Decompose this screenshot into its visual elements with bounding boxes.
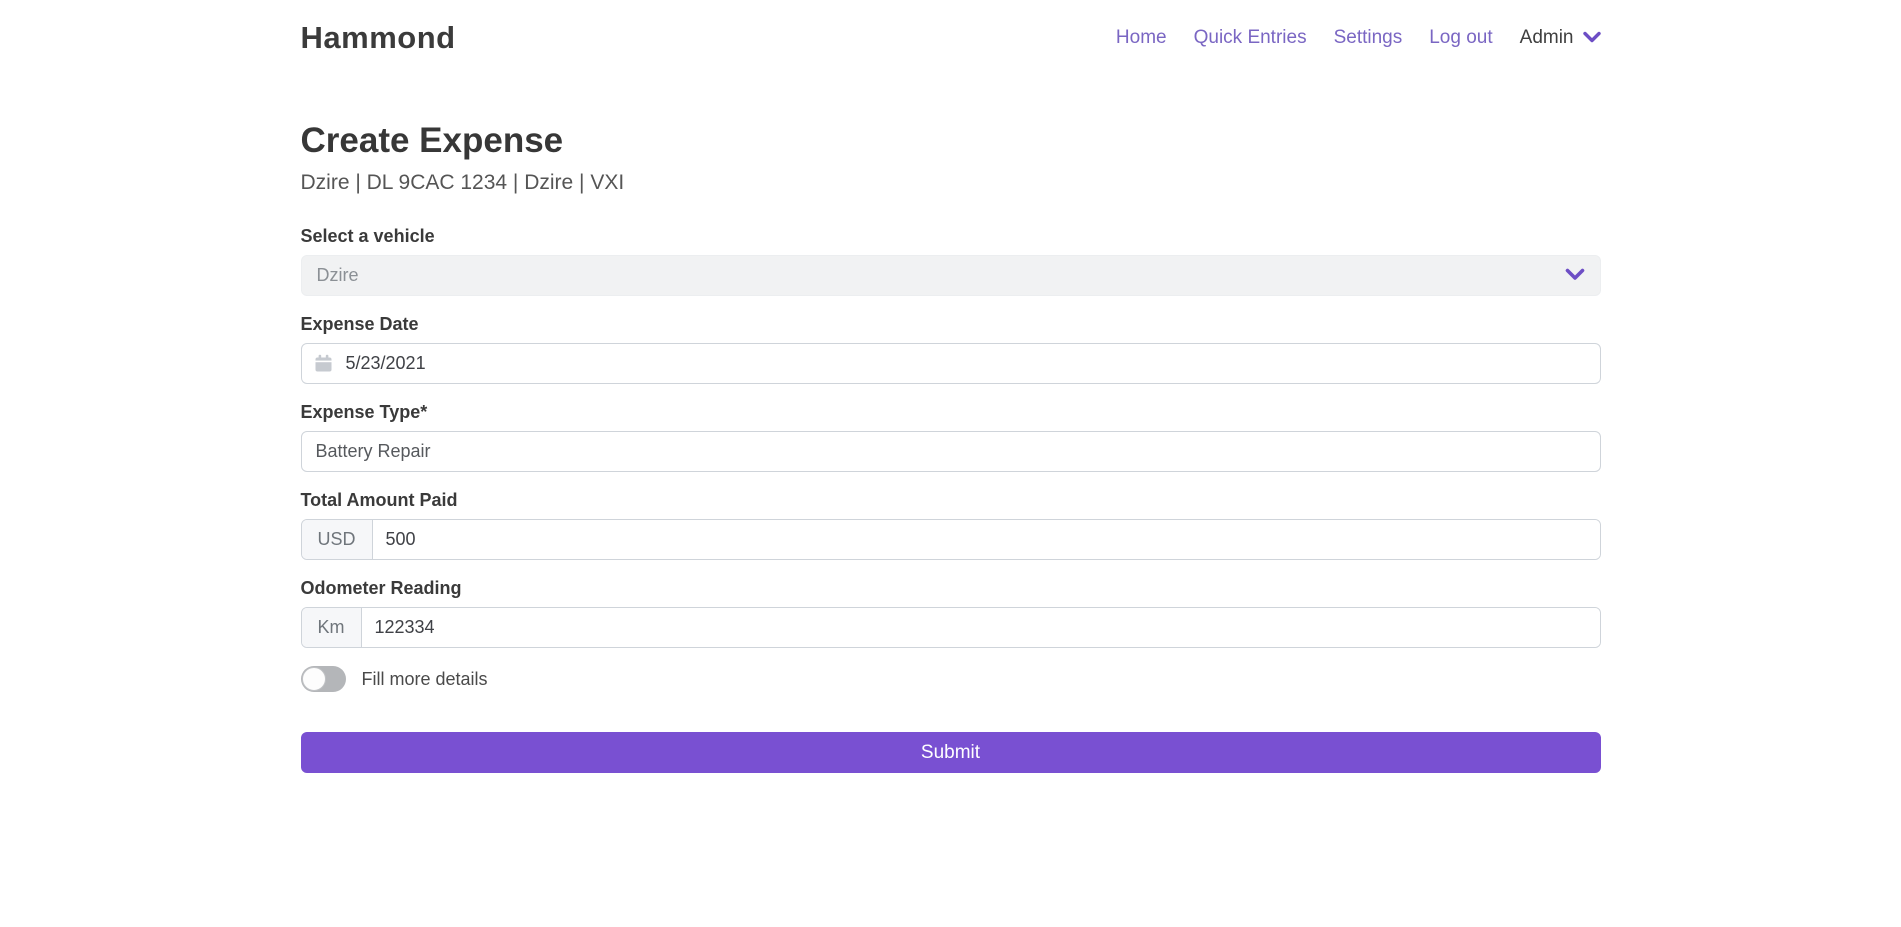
calendar-icon (314, 354, 333, 373)
admin-dropdown-label: Admin (1520, 27, 1574, 49)
expense-type-input[interactable] (314, 432, 1588, 471)
vehicle-select[interactable]: Dzire (301, 255, 1601, 296)
page-title: Create Expense (301, 120, 1601, 162)
fill-more-details-row: Fill more details (301, 666, 1601, 692)
expense-date-input[interactable] (344, 344, 1588, 383)
create-expense-page: Create Expense Dzire | DL 9CAC 1234 | Dz… (301, 76, 1601, 773)
odometer-label: Odometer Reading (301, 578, 1601, 599)
unit-prefix: Km (302, 608, 362, 647)
submit-button[interactable]: Submit (301, 732, 1601, 773)
total-amount-field: Total Amount Paid USD (301, 490, 1601, 560)
expense-date-field: Expense Date (301, 314, 1601, 384)
chevron-down-icon (1565, 265, 1585, 286)
toggle-knob (302, 667, 326, 691)
odometer-input[interactable] (362, 608, 1600, 647)
nav-item-settings[interactable]: Settings (1334, 27, 1403, 49)
brand-logo[interactable]: Hammond (301, 20, 456, 56)
fill-more-details-toggle[interactable] (301, 666, 346, 692)
total-amount-label: Total Amount Paid (301, 490, 1601, 511)
odometer-field: Odometer Reading Km (301, 578, 1601, 648)
expense-type-field: Expense Type* (301, 402, 1601, 472)
fill-more-details-label: Fill more details (362, 669, 488, 690)
expense-type-label: Expense Type* (301, 402, 1601, 423)
nav-item-quick-entries[interactable]: Quick Entries (1194, 27, 1307, 49)
admin-dropdown[interactable]: Admin (1520, 27, 1601, 49)
nav-menu: Home Quick Entries Settings Log out Admi… (1116, 27, 1601, 49)
vehicle-summary: Dzire | DL 9CAC 1234 | Dzire | VXI (301, 170, 1601, 196)
expense-type-input-wrap (301, 431, 1601, 472)
top-nav-bar: Hammond Home Quick Entries Settings Log … (0, 0, 1901, 76)
vehicle-field: Select a vehicle Dzire (301, 226, 1601, 296)
vehicle-select-value: Dzire (317, 265, 359, 286)
expense-date-input-wrap (301, 343, 1601, 384)
nav-item-home[interactable]: Home (1116, 27, 1167, 49)
nav-item-logout[interactable]: Log out (1429, 27, 1492, 49)
odometer-input-group: Km (301, 607, 1601, 648)
total-amount-input-group: USD (301, 519, 1601, 560)
chevron-down-icon (1583, 27, 1601, 49)
total-amount-input[interactable] (373, 520, 1600, 559)
currency-prefix: USD (302, 520, 373, 559)
vehicle-label: Select a vehicle (301, 226, 1601, 247)
expense-date-label: Expense Date (301, 314, 1601, 335)
